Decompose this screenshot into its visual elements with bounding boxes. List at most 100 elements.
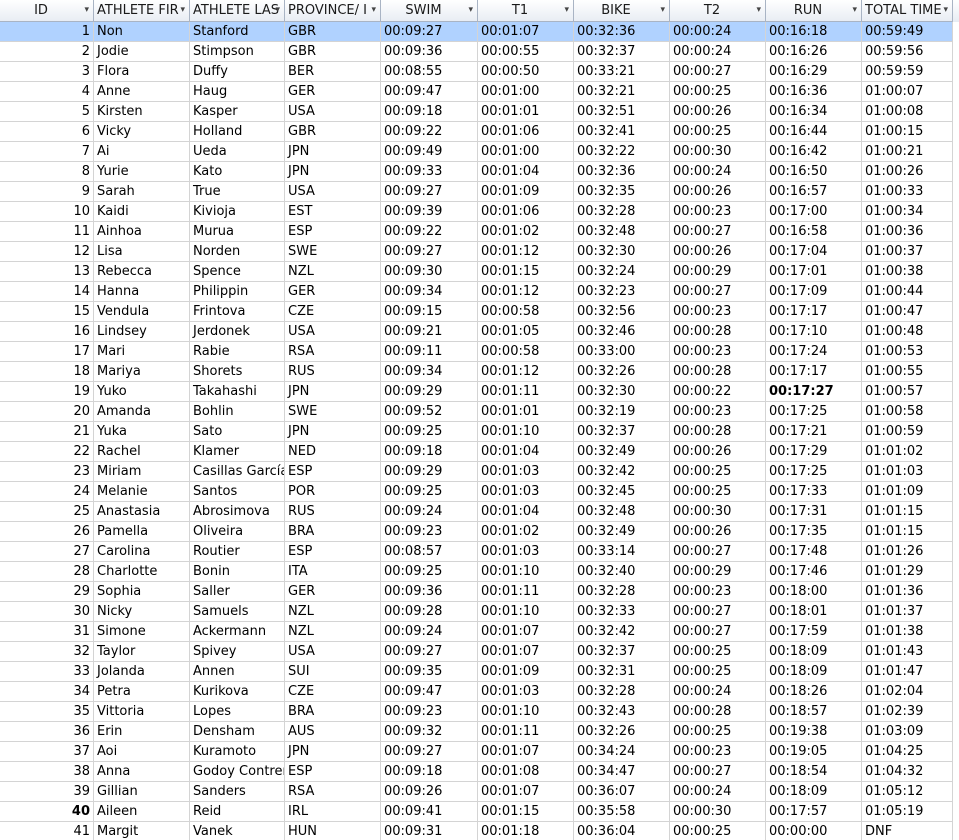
cell-total[interactable]: 01:01:29 [862, 562, 953, 582]
cell-bike[interactable]: 00:36:04 [574, 822, 670, 840]
cell-last[interactable]: Kuramoto [190, 742, 285, 762]
cell-t2[interactable]: 00:00:25 [670, 822, 766, 840]
cell-total[interactable]: 00:59:59 [862, 62, 953, 82]
cell-bike[interactable]: 00:32:21 [574, 82, 670, 102]
cell-bike[interactable]: 00:32:51 [574, 102, 670, 122]
cell-bike[interactable]: 00:32:56 [574, 302, 670, 322]
cell-t2[interactable]: 00:00:25 [670, 122, 766, 142]
cell-run[interactable]: 00:16:42 [766, 142, 862, 162]
cell-total[interactable]: 01:00:48 [862, 322, 953, 342]
table-row[interactable]: 1 Non Stanford GBR 00:09:27 00:01:07 00:32:36 0… [0, 22, 959, 42]
cell-last[interactable]: True [190, 182, 285, 202]
cell-swim[interactable]: 00:09:15 [381, 302, 478, 322]
cell-last[interactable]: Takahashi [190, 382, 285, 402]
cell-prov[interactable]: AUS [285, 722, 381, 742]
cell-swim[interactable]: 00:09:52 [381, 402, 478, 422]
cell-last[interactable]: Vanek [190, 822, 285, 840]
cell-last[interactable]: Spivey [190, 642, 285, 662]
cell-bike[interactable]: 00:33:00 [574, 342, 670, 362]
table-row[interactable]: 21 Yuka Sato JPN 00:09:25 00:01:10 00:32:37 00:… [0, 422, 959, 442]
cell-first[interactable]: Lisa [94, 242, 190, 262]
cell-prov[interactable]: RUS [285, 502, 381, 522]
cell-first[interactable]: Taylor [94, 642, 190, 662]
cell-total[interactable]: 01:00:37 [862, 242, 953, 262]
cell-total[interactable]: 01:00:38 [862, 262, 953, 282]
column-header-id[interactable]: ID ▾ [0, 0, 94, 22]
cell-run[interactable]: 00:17:17 [766, 362, 862, 382]
cell-prov[interactable]: ESP [285, 762, 381, 782]
cell-bike[interactable]: 00:32:48 [574, 222, 670, 242]
cell-prov[interactable]: RSA [285, 782, 381, 802]
cell-run[interactable]: 00:16:29 [766, 62, 862, 82]
cell-run[interactable]: 00:17:59 [766, 622, 862, 642]
cell-id[interactable]: 29 [0, 582, 94, 602]
cell-run[interactable]: 00:17:29 [766, 442, 862, 462]
cell-swim[interactable]: 00:08:55 [381, 62, 478, 82]
cell-first[interactable]: Aileen [94, 802, 190, 822]
cell-swim[interactable]: 00:09:23 [381, 522, 478, 542]
cell-t2[interactable]: 00:00:26 [670, 182, 766, 202]
cell-t1[interactable]: 00:01:03 [478, 462, 574, 482]
cell-t2[interactable]: 00:00:23 [670, 342, 766, 362]
cell-t1[interactable]: 00:01:06 [478, 122, 574, 142]
cell-bike[interactable]: 00:33:14 [574, 542, 670, 562]
cell-t1[interactable]: 00:01:07 [478, 22, 574, 42]
table-row[interactable]: 41 Margit Vanek HUN 00:09:31 00:01:18 00:36:04… [0, 822, 959, 840]
cell-swim[interactable]: 00:09:47 [381, 682, 478, 702]
table-row[interactable]: 33 Jolanda Annen SUI 00:09:35 00:01:09 00:32:3… [0, 662, 959, 682]
cell-first[interactable]: Mariya [94, 362, 190, 382]
cell-total[interactable]: 01:00:58 [862, 402, 953, 422]
cell-last[interactable]: Kivioja [190, 202, 285, 222]
cell-t1[interactable]: 00:00:58 [478, 342, 574, 362]
cell-bike[interactable]: 00:32:28 [574, 682, 670, 702]
cell-bike[interactable]: 00:32:30 [574, 382, 670, 402]
cell-total[interactable]: 01:01:38 [862, 622, 953, 642]
cell-last[interactable]: Duffy [190, 62, 285, 82]
cell-first[interactable]: Rachel [94, 442, 190, 462]
cell-prov[interactable]: IRL [285, 802, 381, 822]
cell-last[interactable]: Samuels [190, 602, 285, 622]
table-row[interactable]: 6 Vicky Holland GBR 00:09:22 00:01:06 00:32:41… [0, 122, 959, 142]
cell-swim[interactable]: 00:09:32 [381, 722, 478, 742]
cell-t1[interactable]: 00:01:10 [478, 422, 574, 442]
cell-last[interactable]: Jerdonek [190, 322, 285, 342]
table-row[interactable]: 2 Jodie Stimpson GBR 00:09:36 00:00:55 00:32:3… [0, 42, 959, 62]
cell-total[interactable]: 01:02:04 [862, 682, 953, 702]
cell-t2[interactable]: 00:00:23 [670, 402, 766, 422]
cell-run[interactable]: 00:17:17 [766, 302, 862, 322]
cell-prov[interactable]: CZE [285, 302, 381, 322]
cell-run[interactable]: 00:16:34 [766, 102, 862, 122]
cell-bike[interactable]: 00:32:37 [574, 42, 670, 62]
cell-first[interactable]: Anne [94, 82, 190, 102]
cell-bike[interactable]: 00:32:49 [574, 522, 670, 542]
cell-t2[interactable]: 00:00:27 [670, 222, 766, 242]
sort-dropdown-icon[interactable]: ▾ [564, 0, 569, 21]
cell-id[interactable]: 33 [0, 662, 94, 682]
cell-id[interactable]: 19 [0, 382, 94, 402]
table-row[interactable]: 14 Hanna Philippin GER 00:09:34 00:01:12 00:32… [0, 282, 959, 302]
cell-run[interactable]: 00:17:33 [766, 482, 862, 502]
table-row[interactable]: 30 Nicky Samuels NZL 00:09:28 00:01:10 00:32:3… [0, 602, 959, 622]
cell-first[interactable]: Yurie [94, 162, 190, 182]
cell-id[interactable]: 7 [0, 142, 94, 162]
table-row[interactable]: 37 Aoi Kuramoto JPN 00:09:27 00:01:07 00:34:24… [0, 742, 959, 762]
cell-id[interactable]: 1 [0, 22, 94, 42]
cell-t2[interactable]: 00:00:23 [670, 742, 766, 762]
cell-t1[interactable]: 00:01:04 [478, 162, 574, 182]
cell-swim[interactable]: 00:09:22 [381, 222, 478, 242]
cell-t2[interactable]: 00:00:28 [670, 322, 766, 342]
cell-bike[interactable]: 00:32:26 [574, 722, 670, 742]
cell-total[interactable]: 01:05:12 [862, 782, 953, 802]
cell-total[interactable]: 01:01:15 [862, 502, 953, 522]
cell-last[interactable]: Routier [190, 542, 285, 562]
cell-bike[interactable]: 00:32:43 [574, 702, 670, 722]
cell-prov[interactable]: NZL [285, 622, 381, 642]
cell-total[interactable]: 00:59:49 [862, 22, 953, 42]
cell-t1[interactable]: 00:01:05 [478, 322, 574, 342]
cell-id[interactable]: 21 [0, 422, 94, 442]
cell-first[interactable]: Hanna [94, 282, 190, 302]
cell-prov[interactable]: RUS [285, 362, 381, 382]
sort-dropdown-icon[interactable]: ▾ [660, 0, 665, 21]
cell-t1[interactable]: 00:00:50 [478, 62, 574, 82]
cell-bike[interactable]: 00:32:45 [574, 482, 670, 502]
